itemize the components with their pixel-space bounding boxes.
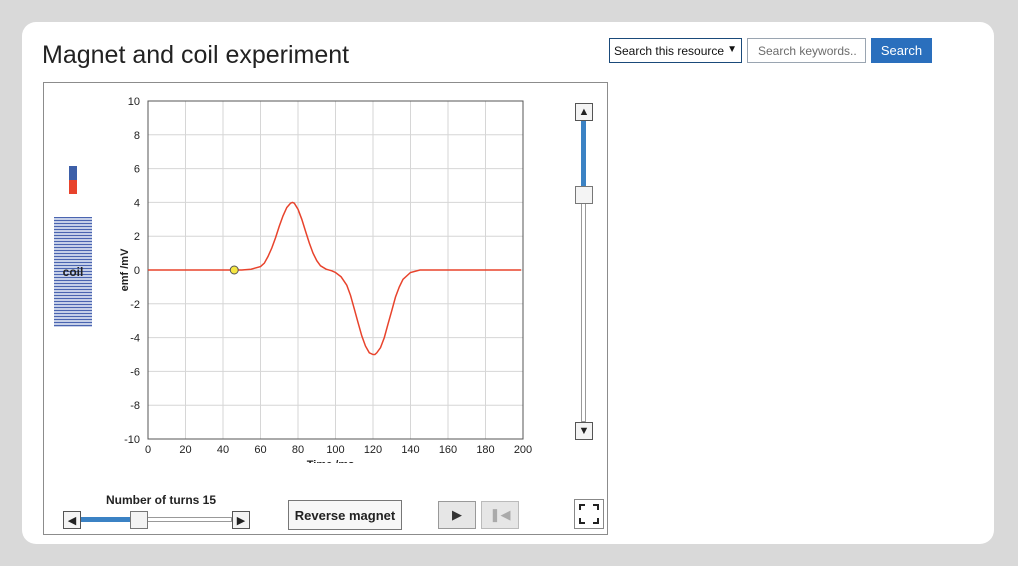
vertical-slider[interactable]: ▲ ▼ xyxy=(575,103,593,440)
y-tick-label: -2 xyxy=(130,299,140,311)
search-button[interactable]: Search xyxy=(871,38,932,63)
search-input[interactable] xyxy=(747,38,866,63)
turns-decrease-arrow-icon[interactable]: ◀ xyxy=(63,511,81,529)
reset-button[interactable]: ❚◀ xyxy=(481,501,519,529)
time-marker-point xyxy=(229,265,239,275)
y-tick-label: 2 xyxy=(134,231,140,243)
page-title: Magnet and coil experiment xyxy=(42,41,350,69)
fullscreen-icon xyxy=(579,504,599,524)
y-tick-label: -6 xyxy=(130,366,140,378)
turns-increase-arrow-icon[interactable]: ▶ xyxy=(232,511,250,529)
emf-graph: 0 20 40 60 80 100 120 140 160 180 2001086420-2-4-6… xyxy=(119,96,532,463)
search-scope-value: Search this resource xyxy=(614,43,725,58)
y-tick-label: -8 xyxy=(130,400,140,412)
x-tick-label: 40 xyxy=(217,444,229,456)
chevron-down-icon: ▼ xyxy=(727,44,737,55)
y-tick-label: 10 xyxy=(128,96,140,108)
slider-up-arrow-icon[interactable]: ▲ xyxy=(575,103,593,121)
y-tick-label: 8 xyxy=(134,130,140,142)
simulation-panel: coil 0 20 40 60 80 100 120 140 160 180 200 10 8 6 4 2 0-… xyxy=(43,82,608,535)
y-tick-label: 6 xyxy=(134,164,140,176)
x-tick-label: 0 xyxy=(145,444,151,456)
fullscreen-button[interactable] xyxy=(574,499,604,529)
search-scope-select[interactable]: Search this resource ▼ xyxy=(609,38,742,63)
x-tick-label: 60 xyxy=(254,444,266,456)
x-tick-label: 80 xyxy=(292,444,304,456)
vertical-slider-thumb[interactable] xyxy=(575,186,593,204)
x-axis-label: Time /ms xyxy=(307,459,355,463)
x-tick-label: 100 xyxy=(326,444,344,456)
play-button[interactable]: ▶ xyxy=(438,501,476,529)
turns-slider-thumb[interactable] xyxy=(130,511,148,529)
x-tick-label: 200 xyxy=(514,444,532,456)
slider-down-arrow-icon[interactable]: ▼ xyxy=(575,422,593,440)
reverse-magnet-button[interactable]: Reverse magnet xyxy=(288,500,402,530)
y-tick-label: -4 xyxy=(130,333,140,345)
y-tick-label: 0 xyxy=(134,265,140,277)
y-tick-label: 4 xyxy=(134,197,140,209)
y-tick-label: -10 xyxy=(124,434,140,446)
play-icon: ▶ xyxy=(452,507,462,522)
x-tick-label: 180 xyxy=(476,444,494,456)
y-axis-label: emf /mV xyxy=(119,248,131,291)
x-tick-label: 160 xyxy=(439,444,457,456)
x-tick-label: 20 xyxy=(179,444,191,456)
x-tick-label: 140 xyxy=(401,444,419,456)
skip-to-start-icon: ❚◀ xyxy=(489,507,511,522)
x-tick-label: 120 xyxy=(364,444,382,456)
turns-label: Number of turns 15 xyxy=(105,493,216,507)
